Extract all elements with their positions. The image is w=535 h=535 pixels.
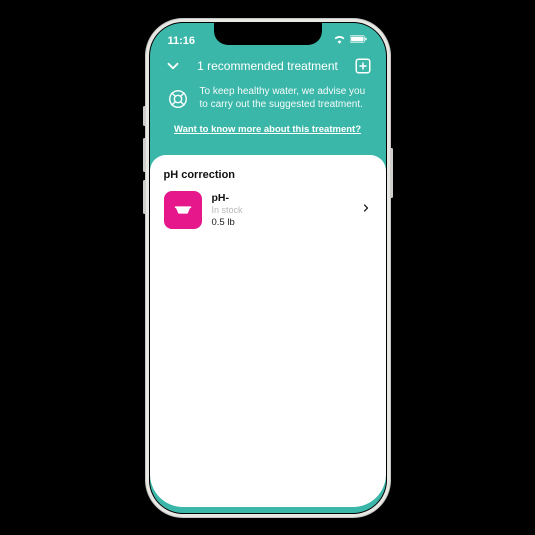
status-time: 11:16 [168, 35, 196, 47]
know-more-link[interactable]: Want to know more about this treatment? [164, 124, 372, 135]
section-title: pH correction [164, 169, 372, 181]
wifi-icon [333, 34, 346, 47]
product-quantity: 0.5 lb [212, 217, 350, 228]
treatment-row[interactable]: pH- In stock 0.5 lb [164, 191, 372, 229]
header-title: 1 recommended treatment [197, 59, 338, 73]
silence-switch [143, 106, 146, 126]
stock-status: In stock [212, 205, 350, 215]
lifebuoy-icon [166, 87, 190, 111]
product-name: pH- [212, 192, 350, 204]
advisory-banner: To keep healthy water, we advise you to … [164, 85, 372, 120]
product-icon [164, 191, 202, 229]
battery-icon [350, 34, 368, 47]
header: 1 recommended treatment To keep healthy … [150, 53, 386, 149]
power-button [390, 148, 393, 198]
app-screen: 11:16 1 recommended treatment [150, 23, 386, 513]
phone-frame: 11:16 1 recommended treatment [145, 18, 391, 518]
treatment-card: pH correction pH- In stock 0.5 lb [150, 155, 386, 507]
advisory-text: To keep healthy water, we advise you to … [200, 85, 370, 112]
volume-up [143, 138, 146, 172]
device-notch [214, 23, 322, 45]
chevron-right-icon [360, 201, 372, 219]
collapse-icon[interactable] [164, 57, 182, 75]
volume-down [143, 180, 146, 214]
add-button[interactable] [354, 57, 372, 75]
